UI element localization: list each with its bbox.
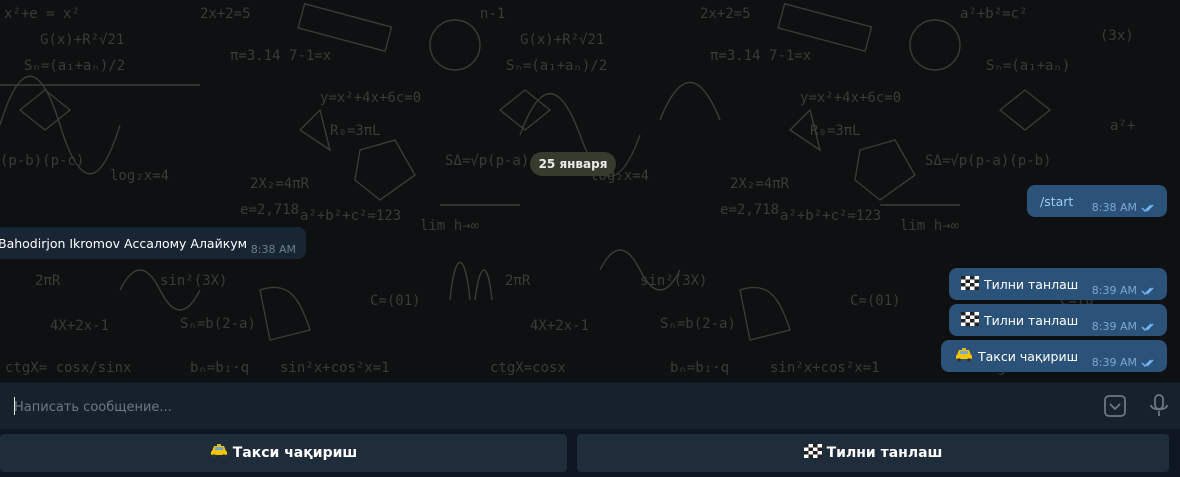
text-caret	[14, 397, 15, 415]
keyboard-button-label: Такси чақириш	[232, 445, 358, 461]
bot-keyboard-toggle-button[interactable]	[1101, 392, 1129, 420]
svg-text:(p-b)(p-c): (p-b)(p-c)	[0, 153, 84, 169]
message-time: 8:39 AM	[1091, 356, 1137, 369]
double-check-icon	[1141, 358, 1154, 367]
svg-text:Sₙ=b(2-a): Sₙ=b(2-a)	[180, 316, 256, 332]
svg-text:C=(01): C=(01)	[850, 293, 901, 309]
message-meta: 8:39 AM	[1092, 320, 1157, 333]
svg-text:e=2,718: e=2,718	[240, 202, 299, 218]
message-time: 8:38 AM	[1091, 201, 1137, 214]
double-check-icon	[1141, 322, 1154, 331]
svg-text:sin²(3X): sin²(3X)	[640, 273, 707, 289]
svg-text:Sₙ=(a₁+aₙ): Sₙ=(a₁+aₙ)	[986, 58, 1070, 74]
svg-text:π=3.14 7-1=x: π=3.14 7-1=x	[710, 48, 811, 64]
message-text: Bahodirjon Ikromov Ассалому Алайкум	[0, 235, 248, 251]
message-text: Тилни танлаш	[984, 276, 1079, 292]
message-bubble-outgoing[interactable]: Такси чақириш 8:39 AM	[941, 340, 1167, 372]
message-time: 8:39 AM	[1091, 284, 1137, 297]
svg-text:a²+b²+c²=123: a²+b²+c²=123	[780, 208, 881, 224]
svg-text:sin²x+cos²x=1: sin²x+cos²x=1	[770, 360, 880, 376]
svg-text:a²+: a²+	[1110, 118, 1135, 134]
voice-record-button[interactable]	[1145, 392, 1173, 420]
svg-text:C=(01): C=(01)	[370, 293, 421, 309]
keyboard-button-call-taxi[interactable]: Такси чақириш	[0, 434, 567, 472]
taxi-icon	[210, 444, 228, 462]
svg-text:Sₙ=b(2-a): Sₙ=b(2-a)	[660, 316, 736, 332]
svg-text:π=3.14 7-1=x: π=3.14 7-1=x	[230, 48, 331, 64]
reply-keyboard: Такси чақириш Тилни танлаш	[0, 429, 1180, 477]
svg-text:log₂x=4: log₂x=4	[110, 168, 169, 184]
svg-text:2πR: 2πR	[35, 273, 61, 289]
keyboard-button-label: Тилни танлаш	[826, 445, 943, 461]
svg-text:Sₙ=(a₁+aₙ)/2: Sₙ=(a₁+aₙ)/2	[24, 58, 125, 74]
message-text: Тилни танлаш	[984, 312, 1079, 328]
svg-text:a²+b²+c²=123: a²+b²+c²=123	[300, 208, 401, 224]
message-time: 8:39 AM	[1091, 320, 1137, 333]
svg-text:4X+2x-1: 4X+2x-1	[50, 318, 109, 334]
chequered-flag-icon	[803, 444, 822, 462]
message-bubble-outgoing[interactable]: Тилни танлаш 8:39 AM	[949, 268, 1167, 300]
svg-text:n-1: n-1	[480, 6, 505, 22]
svg-text:ctgX=cosx: ctgX=cosx	[490, 360, 566, 376]
message-bubble-incoming[interactable]: Bahodirjon Ikromov Ассалому Алайкум 8:38…	[0, 227, 306, 259]
svg-text:2X₂=4πR: 2X₂=4πR	[250, 176, 310, 192]
svg-text:y=x²+4x+6c=0: y=x²+4x+6c=0	[800, 90, 901, 106]
message-meta: 8:38 AM	[1092, 201, 1157, 214]
keyboard-toggle-icon	[1104, 395, 1126, 417]
message-meta: 8:39 AM	[1092, 284, 1157, 297]
svg-text:a²+b²=c²: a²+b²=c²	[960, 6, 1027, 22]
message-bubble-outgoing[interactable]: Тилни танлаш 8:39 AM	[949, 304, 1167, 336]
chequered-flag-icon	[961, 275, 979, 293]
svg-text:2πR: 2πR	[505, 273, 531, 289]
svg-text:G(x)+R²√21: G(x)+R²√21	[40, 32, 124, 48]
svg-text:R₀=3πL: R₀=3πL	[810, 123, 861, 139]
svg-text:bₙ=b₁·q: bₙ=b₁·q	[190, 360, 249, 376]
message-time: 8:38 AM	[250, 243, 296, 256]
svg-text:sin²(3X): sin²(3X)	[160, 273, 227, 289]
message-input[interactable]	[12, 393, 1076, 421]
chat-area: x²+e = x² 2x+2=5 n-1 2x+2=5 a²+b²=c² G(x)+R²…	[0, 0, 1180, 382]
message-text: /start	[1040, 193, 1074, 209]
svg-text:y=x²+4x+6c=0: y=x²+4x+6c=0	[320, 90, 421, 106]
svg-text:bₙ=b₁·q: bₙ=b₁·q	[670, 360, 729, 376]
svg-text:e=2,718: e=2,718	[720, 202, 779, 218]
microphone-icon	[1150, 394, 1168, 416]
double-check-icon	[1141, 286, 1154, 295]
svg-text:sin²x+cos²x=1: sin²x+cos²x=1	[280, 360, 390, 376]
svg-text:2x+2=5: 2x+2=5	[200, 6, 251, 22]
svg-text:2x+2=5: 2x+2=5	[700, 6, 751, 22]
message-meta: 8:38 AM	[251, 243, 296, 256]
svg-text:SΔ=√p(p-a)(p-b): SΔ=√p(p-a)(p-b)	[925, 153, 1051, 169]
svg-text:x²+e = x²: x²+e = x²	[4, 6, 80, 22]
keyboard-button-choose-language[interactable]: Тилни танлаш	[577, 434, 1169, 472]
svg-text:(3x): (3x)	[1100, 28, 1134, 44]
taxi-icon	[955, 347, 973, 365]
svg-text:G(x)+R²√21: G(x)+R²√21	[520, 32, 604, 48]
message-meta: 8:39 AM	[1092, 356, 1157, 369]
svg-text:lim h→∞: lim h→∞	[900, 218, 960, 234]
svg-text:2X₂=4πR: 2X₂=4πR	[730, 176, 790, 192]
message-text: Такси чақириш	[978, 348, 1079, 364]
svg-text:4X+2x-1: 4X+2x-1	[530, 318, 589, 334]
svg-text:Sₙ=(a₁+aₙ)/2: Sₙ=(a₁+aₙ)/2	[506, 58, 607, 74]
double-check-icon	[1141, 203, 1154, 212]
chequered-flag-icon	[961, 311, 979, 329]
message-composer	[0, 382, 1180, 429]
svg-text:lim h→∞: lim h→∞	[420, 218, 480, 234]
svg-text:ctgX= cosx/sinx: ctgX= cosx/sinx	[5, 360, 131, 376]
message-bubble-outgoing[interactable]: /start 8:38 AM	[1027, 185, 1167, 217]
svg-text:R₀=3πL: R₀=3πL	[330, 123, 381, 139]
date-separator: 25 января	[530, 152, 616, 176]
